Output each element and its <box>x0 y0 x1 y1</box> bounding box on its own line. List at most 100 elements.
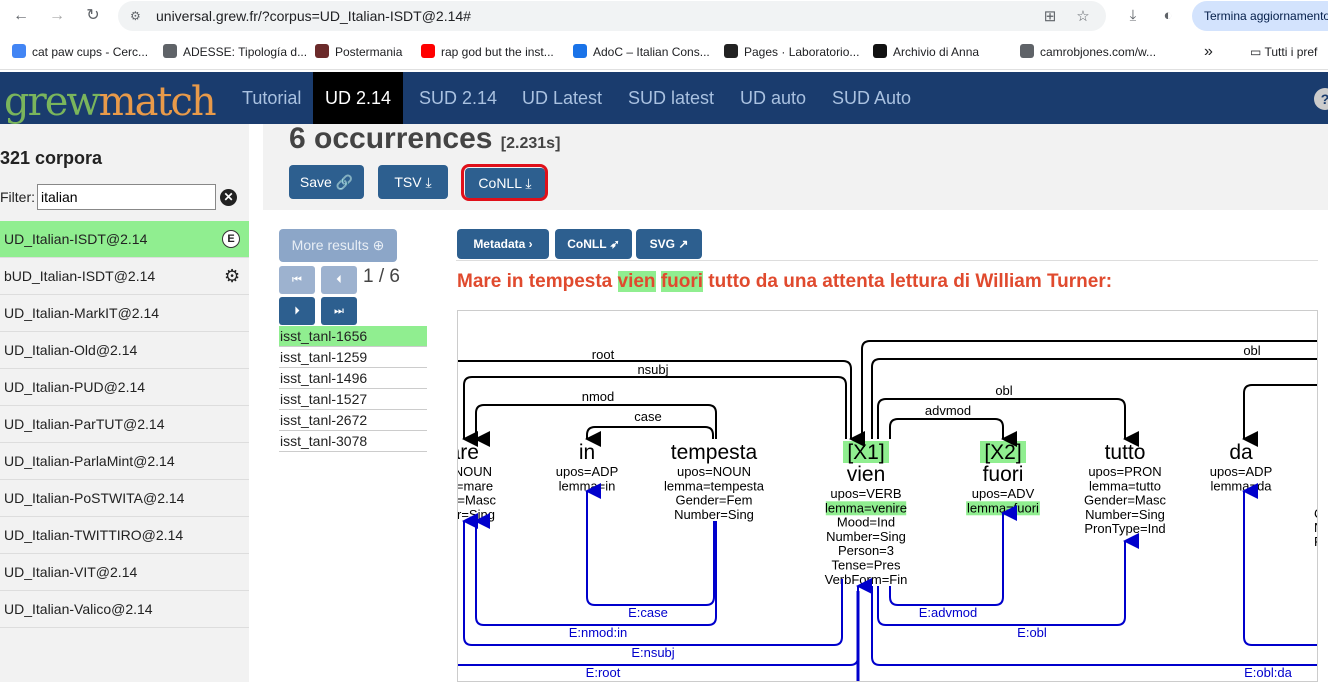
token-feature: upos=ADP <box>556 464 619 479</box>
bookmark-item[interactable]: Archivio di Anna <box>873 43 979 61</box>
dependency-arc <box>585 426 714 447</box>
site-info-icon[interactable]: ⚙ <box>130 9 144 23</box>
tsv-button[interactable]: TSV ⤓ <box>378 165 448 199</box>
corpus-item[interactable]: UD_Italian-Valico@2.14 <box>0 591 249 628</box>
corpus-label: UD_Italian-ParlaMint@2.14 <box>4 453 175 469</box>
google-icon <box>12 44 26 58</box>
token-form: fuori <box>983 463 1024 486</box>
enhanced-dependency-label: E:nsubj <box>631 645 674 660</box>
nav-tab-tutorial[interactable]: Tutorial <box>230 72 313 124</box>
highlight-word-2: fuori <box>660 271 704 292</box>
profile-avatar-icon[interactable]: ◐ <box>1158 6 1178 26</box>
more-results-button[interactable]: More results ⊕ <box>279 229 397 262</box>
dependency-label: obl <box>995 383 1012 398</box>
translate-icon[interactable]: ⊞ <box>1040 7 1060 27</box>
sentence-id-item[interactable]: isst_tanl-1496 <box>279 368 427 389</box>
bookmark-item[interactable]: AdoC – Italian Cons... <box>573 43 710 61</box>
last-page-icon[interactable]: ⏭ <box>321 297 357 325</box>
token-feature: lemma=venire <box>825 500 907 515</box>
token-form: da <box>1229 441 1253 464</box>
corpus-item[interactable]: UD_Italian-VIT@2.14 <box>0 554 249 591</box>
corpus-item[interactable]: UD_Italian-TWITTIRO@2.14 <box>0 517 249 554</box>
corpus-label: UD_Italian-TWITTIRO@2.14 <box>4 527 184 543</box>
dependency-graph: Mareupos=NOUNlemma=mareGender=MascNumber… <box>457 310 1318 682</box>
metadata-button[interactable]: Metadata › <box>457 229 549 259</box>
sentence-id-item[interactable]: isst_tanl-1259 <box>279 347 427 368</box>
corpus-item[interactable]: UD_Italian-PUD@2.14 <box>0 369 249 406</box>
token-feature: Gender=Masc <box>458 493 497 508</box>
grew-match-logo[interactable]: grewmatch <box>4 79 217 125</box>
download-icon[interactable]: ⤓ <box>1123 6 1143 26</box>
bookmark-item[interactable]: camrobjones.com/w... <box>1020 43 1156 61</box>
next-page-icon[interactable]: ⏵ <box>279 297 315 325</box>
bookmark-item[interactable]: ADESSE: Tipología d... <box>163 43 307 61</box>
nav-tab-ud-latest[interactable]: UD Latest <box>510 72 614 124</box>
forward-icon[interactable]: → <box>46 5 68 27</box>
sentence-id-item[interactable]: isst_tanl-1656 <box>279 326 427 347</box>
enhanced-dependency-label: E:case <box>628 605 668 620</box>
corpus-item[interactable]: UD_Italian-ParTUT@2.14 <box>0 406 249 443</box>
conll-button[interactable]: CoNLL ➶ <box>555 229 632 259</box>
token-tag: [X2] <box>984 441 1021 464</box>
more-bookmarks-icon[interactable]: » <box>1204 43 1213 61</box>
plus-circle-icon: ⊕ <box>372 237 385 253</box>
bookmark-item[interactable]: Postermania <box>315 43 402 61</box>
bookmark-label: rap god but the inst... <box>441 45 554 59</box>
token-feature: upos=PRON <box>1088 464 1161 479</box>
filter-input[interactable] <box>37 184 216 210</box>
token-feature: upos=NOUN <box>458 464 492 479</box>
token-feature-partial: F <box>1314 534 1318 549</box>
token-feature: Number=Sing <box>458 507 495 522</box>
token-feature: upos=NOUN <box>677 464 751 479</box>
bookmark-item[interactable]: rap god but the inst... <box>421 43 554 61</box>
bookmark-star-icon[interactable]: ☆ <box>1073 7 1093 27</box>
svg-label: SVG <box>649 237 675 251</box>
logo-part1: grew <box>4 79 101 125</box>
save-button[interactable]: Save 🔗 <box>289 165 364 199</box>
nav-tab-sud-latest[interactable]: SUD latest <box>616 72 726 124</box>
dependency-label: nmod <box>582 389 615 404</box>
prev-page-icon[interactable]: ⏴ <box>321 266 357 294</box>
all-bookmarks-label: Tutti i pref <box>1264 45 1318 59</box>
corpus-badge[interactable]: E <box>222 230 240 248</box>
sentence-id-item[interactable]: isst_tanl-3078 <box>279 431 427 452</box>
token-feature: Number=Sing <box>826 529 906 544</box>
corpus-label: UD_Italian-MarkIT@2.14 <box>4 305 160 321</box>
nav-tab-ud-auto[interactable]: UD auto <box>728 72 818 124</box>
corpus-label: UD_Italian-PUD@2.14 <box>4 379 146 395</box>
url-text[interactable]: universal.grew.fr/?corpus=UD_Italian-ISD… <box>156 8 471 24</box>
bookmark-label: ADESSE: Tipología d... <box>183 45 308 59</box>
dependency-arc <box>462 376 847 447</box>
corpus-label: UD_Italian-PoSTWITA@2.14 <box>4 490 185 506</box>
bookmark-item[interactable]: cat paw cups - Cerc... <box>12 43 148 61</box>
first-page-icon[interactable]: ⏮ <box>279 266 315 294</box>
bookmark-item[interactable]: Pages · Laboratorio... <box>724 43 859 61</box>
sentence-after: tutto da una attenta lettura di William … <box>703 271 1113 292</box>
svg-button[interactable]: SVG ↗ <box>636 229 702 259</box>
conll-highlight-box <box>461 164 548 201</box>
sentence-id-item[interactable]: isst_tanl-1527 <box>279 389 427 410</box>
corpus-item[interactable]: UD_Italian-ParlaMint@2.14 <box>0 443 249 480</box>
corpus-item[interactable]: UD_Italian-PoSTWITA@2.14 <box>0 480 249 517</box>
update-button[interactable]: Termina aggiornamento <box>1192 1 1328 31</box>
corpus-item[interactable]: UD_Italian-MarkIT@2.14 <box>0 295 249 332</box>
enhanced-dependency-label: E:advmod <box>919 605 978 620</box>
corpus-item[interactable]: UD_Italian-Old@2.14 <box>0 332 249 369</box>
clear-filter-icon[interactable]: ✕ <box>220 189 237 206</box>
nav-tab-sud-auto[interactable]: SUD Auto <box>820 72 923 124</box>
reload-icon[interactable]: ↻ <box>82 5 104 27</box>
all-bookmarks-folder[interactable]: ▭ Tutti i pref <box>1250 43 1317 61</box>
corpus-item[interactable]: UD_Italian-ISDT@2.14 E <box>0 221 249 258</box>
gear-icon[interactable]: ⚙ <box>224 258 240 295</box>
corpus-item[interactable]: bUD_Italian-ISDT@2.14 ⚙ <box>0 258 249 295</box>
nav-tab-ud-2-14[interactable]: UD 2.14 <box>313 72 404 124</box>
back-icon[interactable]: ← <box>10 5 32 27</box>
token-form: in <box>579 441 595 464</box>
nav-tab-sud-2-14[interactable]: SUD 2.14 <box>407 72 509 124</box>
enhanced-dependency-arc <box>462 513 843 646</box>
address-bar[interactable]: ⚙ universal.grew.fr/?corpus=UD_Italian-I… <box>118 1 1106 31</box>
corpus-label: UD_Italian-ParTUT@2.14 <box>4 416 165 432</box>
dependency-label: advmod <box>925 403 971 418</box>
sentence-id-item[interactable]: isst_tanl-2672 <box>279 410 427 431</box>
filter-label: Filter: <box>0 189 35 205</box>
